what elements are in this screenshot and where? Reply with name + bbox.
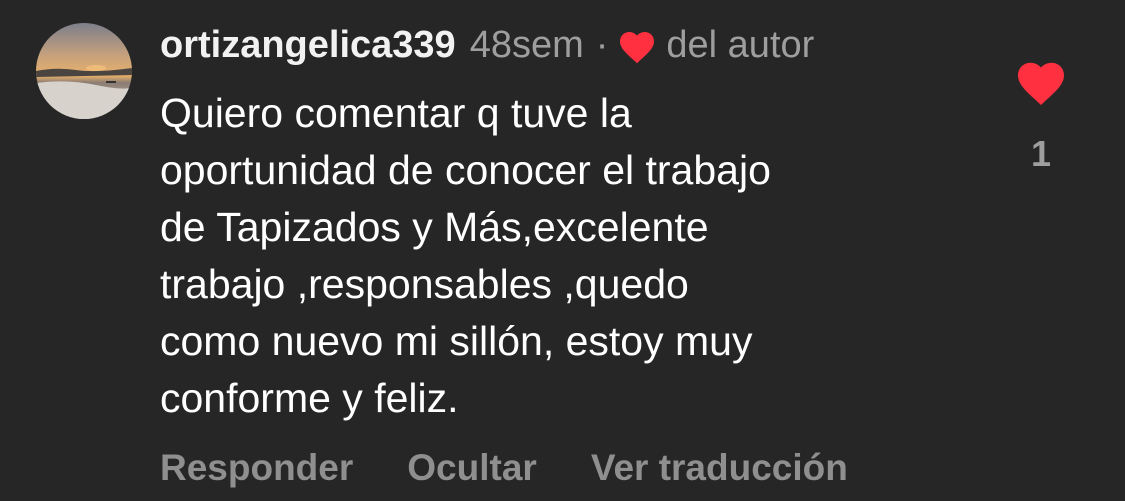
username[interactable]: ortizangelica339 [160,20,456,70]
comment-text-line: oportunidad de conocer el trabajo [160,147,771,193]
hide-button[interactable]: Ocultar [407,447,537,489]
like-count: 1 [1030,133,1052,174]
comment-text-line: de Tapizados y Más,excelente [160,204,709,250]
comment-actions: Responder Ocultar Ver traducción [160,443,902,493]
comment-text-line: Quiero comentar q tuve la [160,90,632,136]
comment-text-line: trabajo ,responsables ,quedo [160,261,689,307]
heart-filled-icon[interactable] [1015,60,1067,106]
comment: ortizangelica339 48sem · del autor Quier… [0,0,1125,501]
author-like-label: del autor [666,24,815,66]
comment-text-line: como nuevo mi sillón, estoy muy [160,318,753,364]
avatar-beach-image [36,23,132,119]
reply-button[interactable]: Responder [160,447,353,489]
comment-text: Quiero comentar q tuve la oportunidad de… [160,85,980,427]
avatar[interactable] [36,23,132,119]
comment-text-line: conforme y feliz. [160,375,459,421]
comment-time: 48sem [469,24,584,66]
comment-meta: ortizangelica339 48sem · del autor [160,20,980,70]
heart-icon [618,30,656,64]
separator-dot: · [595,24,609,66]
translate-button[interactable]: Ver traducción [591,447,848,489]
comment-body: ortizangelica339 48sem · del autor Quier… [160,20,980,427]
like-control: 1 [1010,60,1072,174]
